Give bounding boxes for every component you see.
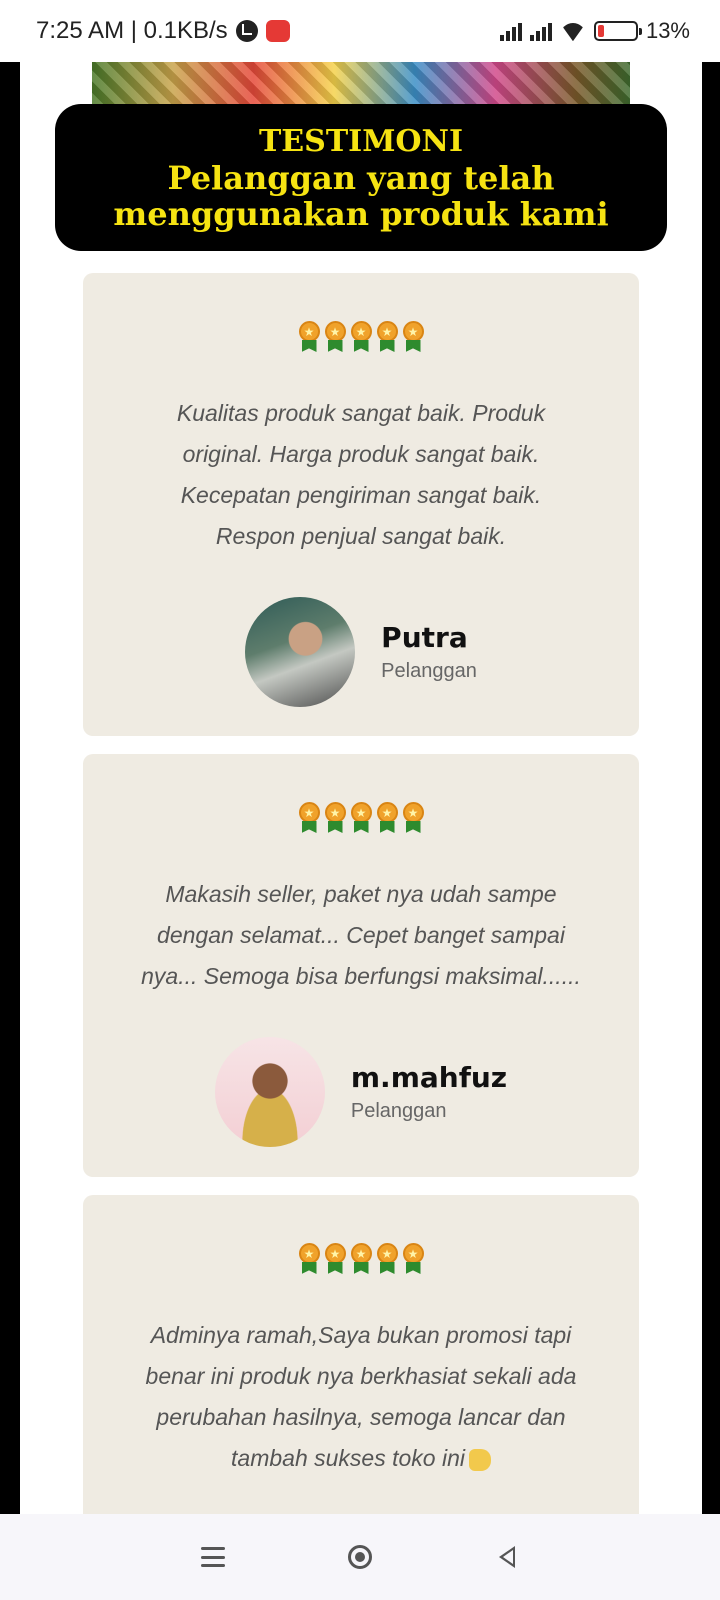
battery-icon <box>593 21 642 41</box>
author-role: Pelanggan <box>381 660 477 682</box>
header-subtitle-1: Pelanggan yang telah <box>167 158 555 197</box>
author-info: m.mahfuz Pelanggan <box>351 1061 507 1123</box>
author-role: Pelanggan <box>350 1100 447 1122</box>
avatar <box>245 597 356 707</box>
author-name: Putra <box>381 621 468 654</box>
rating-stars: ★ ★ ★ ★ ★ <box>298 802 425 834</box>
quote-line: dengan selamat... Cepet banget sampai <box>157 922 565 948</box>
quote-line: benar ini produk nya berkhasiat sekali a… <box>145 1363 577 1389</box>
quote-line: original. Harga produk sangat baik. <box>182 441 540 467</box>
home-icon <box>347 1545 372 1569</box>
system-nav-bar <box>0 1514 720 1600</box>
rating-stars: ★ ★ ★ ★ ★ <box>298 1243 425 1275</box>
wifi-icon <box>560 21 586 41</box>
testimonial-card: ★ ★ ★ ★ ★ Adminya ramah,Saya bukan promo… <box>83 1195 639 1514</box>
status-time-speed: 7:25 AM | 0.1KB/s <box>36 17 228 44</box>
medal-star-icon: ★ <box>402 802 425 834</box>
author-info: Putra Pelanggan <box>381 621 477 683</box>
testimonial-card: ★ ★ ★ ★ ★ Kualitas produk sangat baik. P… <box>83 273 639 736</box>
medal-star-icon: ★ <box>324 802 347 834</box>
quote-line: Adminya ramah,Saya bukan promosi tapi <box>150 1322 572 1348</box>
status-left: 7:25 AM | 0.1KB/s <box>36 17 290 45</box>
medal-star-icon: ★ <box>376 1243 399 1275</box>
quote-line: nya... Semoga bisa berfungsi maksimal...… <box>141 963 581 989</box>
author: Putra Pelanggan <box>245 597 477 707</box>
header-subtitle-2: menggunakan produk kami <box>113 194 609 233</box>
signal-icon-2 <box>529 21 552 41</box>
testimonial-header: TESTIMONI Pelanggan yang telah menggunak… <box>55 104 667 251</box>
recent-apps-button[interactable] <box>193 1537 233 1577</box>
back-button[interactable] <box>487 1537 527 1577</box>
status-right: 13% <box>499 18 690 44</box>
medal-star-icon: ★ <box>350 1243 373 1275</box>
medal-star-icon: ★ <box>376 802 399 834</box>
product-banner-image <box>92 62 630 104</box>
quote-line: Respon penjual sangat baik. <box>215 523 507 549</box>
testimonial-quote: Adminya ramah,Saya bukan promosi tapi be… <box>120 1315 603 1479</box>
page-frame: TESTIMONI Pelanggan yang telah menggunak… <box>0 62 720 1514</box>
home-button[interactable] <box>340 1537 380 1577</box>
status-bar: 7:25 AM | 0.1KB/s 13% <box>0 0 720 62</box>
back-icon <box>498 1546 515 1568</box>
quote-line: Kecepatan pengiriman sangat baik. <box>180 482 542 508</box>
testimonial-card: ★ ★ ★ ★ ★ Makasih seller, paket nya udah… <box>83 754 639 1177</box>
testimonial-quote: Kualitas produk sangat baik. Produk orig… <box>151 393 571 557</box>
medal-star-icon: ★ <box>298 321 321 353</box>
quote-line: tambah sukses toko ini <box>146 1438 577 1479</box>
medal-star-icon: ★ <box>324 321 347 353</box>
quote-line-text: tambah sukses toko ini <box>231 1445 465 1471</box>
avatar <box>214 1037 325 1147</box>
medal-star-icon: ★ <box>376 321 399 353</box>
rating-stars: ★ ★ ★ ★ ★ <box>298 321 425 353</box>
battery-percent: 13% <box>645 18 690 43</box>
quote-line: Kualitas produk sangat baik. Produk <box>176 400 546 426</box>
menu-icon <box>201 1547 226 1567</box>
medal-star-icon: ★ <box>298 1243 321 1275</box>
testimonial-quote: Makasih seller, paket nya udah sampe den… <box>115 874 607 997</box>
quote-line: Makasih seller, paket nya udah sampe <box>165 881 557 907</box>
app-notification-icon <box>265 20 290 42</box>
medal-star-icon: ★ <box>324 1243 347 1275</box>
signal-icon <box>499 21 522 41</box>
thumbs-up-icon <box>468 1448 491 1471</box>
medal-star-icon: ★ <box>350 321 373 353</box>
quote-line: perubahan hasilnya, semoga lancar dan <box>156 1404 566 1430</box>
alarm-icon <box>235 20 258 42</box>
author: m.mahfuz Pelanggan <box>214 1037 507 1147</box>
web-page[interactable]: TESTIMONI Pelanggan yang telah menggunak… <box>20 62 702 1514</box>
medal-star-icon: ★ <box>298 802 321 834</box>
author-name: m.mahfuz <box>350 1061 508 1094</box>
medal-star-icon: ★ <box>402 1243 425 1275</box>
medal-star-icon: ★ <box>350 802 373 834</box>
medal-star-icon: ★ <box>402 321 425 353</box>
header-title: TESTIMONI <box>258 123 463 159</box>
